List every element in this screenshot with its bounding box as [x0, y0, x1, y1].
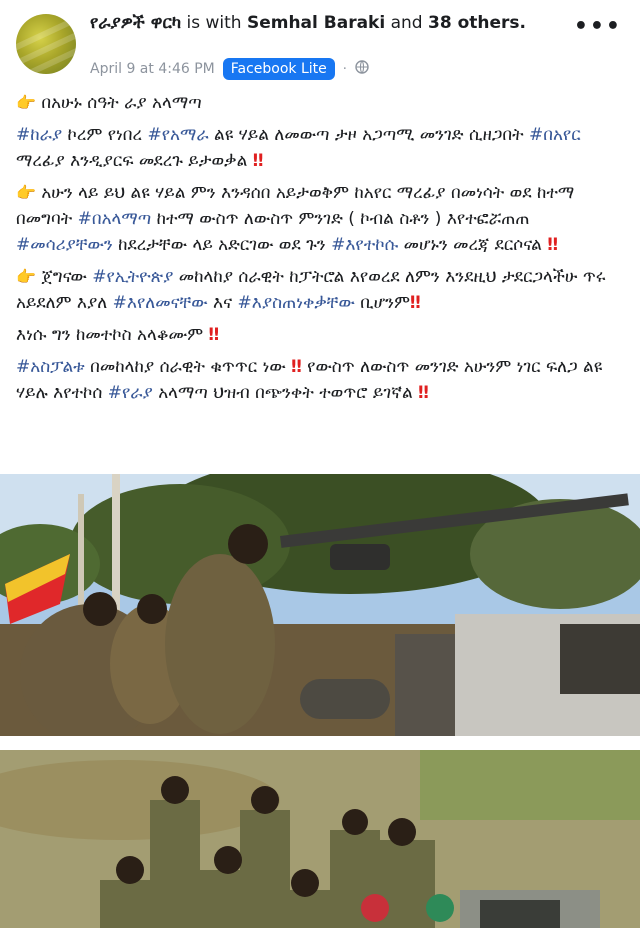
- paragraph-5: እነሱ ግን ከመተኮስ አላቆሙም ‼: [16, 322, 626, 348]
- others-link[interactable]: 38 others.: [428, 13, 526, 33]
- hashtag-link[interactable]: #በአየር: [529, 125, 581, 145]
- post-body: 👉 በአሁኑ ሰዓት ራያ አላማጣ #ከራያ ኮረም የነበረ #የአማራ ል…: [16, 90, 626, 412]
- post-title: የራያዎች ዋርካ is with Semhal Baraki and 38 o…: [90, 12, 580, 35]
- paragraph-text: ልዩ ሃይል ለመውጣ ታዞ አጋጣሚ መንገድ ሲዘጋበት: [208, 125, 529, 145]
- more-options-icon[interactable]: •••: [574, 14, 622, 39]
- double-exclamation-icon: ‼: [418, 383, 429, 403]
- paragraph-text: ከተማ ውስጥ ለውስጥ ምንገድ ( ኮብል ስቶን ) እየተፎሯጠጠ: [151, 209, 530, 229]
- hashtag-link[interactable]: #መሳሪያቸውን: [16, 235, 113, 255]
- double-exclamation-icon: ‼: [252, 151, 264, 171]
- hashtag-link[interactable]: #አስፓልቱ: [16, 357, 85, 377]
- post-header: የራያዎች ዋርካ is with Semhal Baraki and 38 o…: [0, 0, 640, 90]
- page-avatar[interactable]: [16, 14, 76, 74]
- paragraph-3: 👉 አሁን ላይ ይህ ልዩ ሃይል ምን እንዳሰበ አይታወቅም ከአየር …: [16, 180, 626, 258]
- globe-icon: [355, 60, 369, 78]
- post-photo-1[interactable]: [0, 474, 640, 736]
- post-date[interactable]: April 9 at 4:46 PM: [90, 61, 215, 77]
- paragraph-text: ማረፊያ እንዲያርፍ መደረጉ ይታወቃል: [16, 151, 248, 171]
- facebook-lite-badge: Facebook Lite: [222, 58, 335, 80]
- pointing-hand-icon: 👉: [16, 267, 36, 286]
- tagged-person-link[interactable]: Semhal Baraki: [247, 13, 385, 33]
- paragraph-text: እነሱ ግን ከመተኮስ አላቆሙም: [16, 325, 204, 345]
- hashtag-link[interactable]: #ከራያ: [16, 125, 62, 145]
- post-meta: April 9 at 4:46 PM Facebook Lite ·: [90, 58, 369, 80]
- hashtag-link[interactable]: #የራያ: [108, 383, 153, 403]
- double-exclamation-icon: ‼: [547, 235, 559, 255]
- double-exclamation-icon: ‼: [208, 325, 220, 345]
- pointing-hand-icon: 👉: [16, 183, 36, 202]
- hashtag-link[interactable]: #የኢትዮጵያ: [92, 267, 173, 287]
- hashtag-link[interactable]: #እየለመናቸው: [113, 293, 208, 313]
- paragraph-text: ኮረም የነበረ: [62, 125, 148, 145]
- paragraph-text: በመከላከያ ሰራዊት ቁጥጥር ነው: [84, 357, 292, 377]
- double-exclamation-icon: ‼: [409, 293, 421, 313]
- hashtag-link[interactable]: #እያስጠነቀቃቸው: [238, 293, 355, 313]
- hashtag-link[interactable]: #በአላማጣ: [78, 209, 152, 229]
- paragraph-text: ከደረታቸው ላይ አድርገው ወደ ጉን: [112, 235, 332, 255]
- paragraph-text: ቢሆንም: [354, 293, 410, 313]
- post-photo-2[interactable]: [0, 740, 640, 928]
- separator-icon: ·: [342, 61, 347, 77]
- paragraph-4: 👉 ጀግናው #የኢትዮጵያ መከላከያ ሰራዊት ከፓትሮል እየወረደ ለም…: [16, 264, 626, 316]
- with-text: is with: [186, 13, 242, 33]
- paragraph-1: 👉 በአሁኑ ሰዓት ራያ አላማጣ: [16, 90, 626, 116]
- double-exclamation-icon: ‼: [291, 357, 302, 377]
- paragraph-text: እና: [207, 293, 238, 313]
- paragraph-2: #ከራያ ኮረም የነበረ #የአማራ ልዩ ሃይል ለመውጣ ታዞ አጋጣሚ …: [16, 122, 626, 174]
- paragraph-6: #አስፓልቱ በመከላከያ ሰራዊት ቁጥጥር ነው ‼ የውስጥ ለውስጥ መ…: [16, 354, 626, 406]
- paragraph-text: ጀግናው: [41, 267, 93, 287]
- and-text: and: [390, 13, 423, 33]
- pointing-hand-icon: 👉: [16, 93, 36, 112]
- paragraph-text: አላማጣ ህዝብ በጭንቀት ተወጥሮ ይገኛል: [152, 383, 413, 403]
- paragraph-text: መሆኑን መረጃ ደርሶናል: [398, 235, 542, 255]
- hashtag-link[interactable]: #የአማራ: [147, 125, 208, 145]
- author-link[interactable]: የራያዎች ዋርካ: [90, 13, 181, 33]
- paragraph-text: በአሁኑ ሰዓት ራያ አላማጣ: [41, 93, 202, 113]
- hashtag-link[interactable]: #እየተኮሱ: [331, 235, 398, 255]
